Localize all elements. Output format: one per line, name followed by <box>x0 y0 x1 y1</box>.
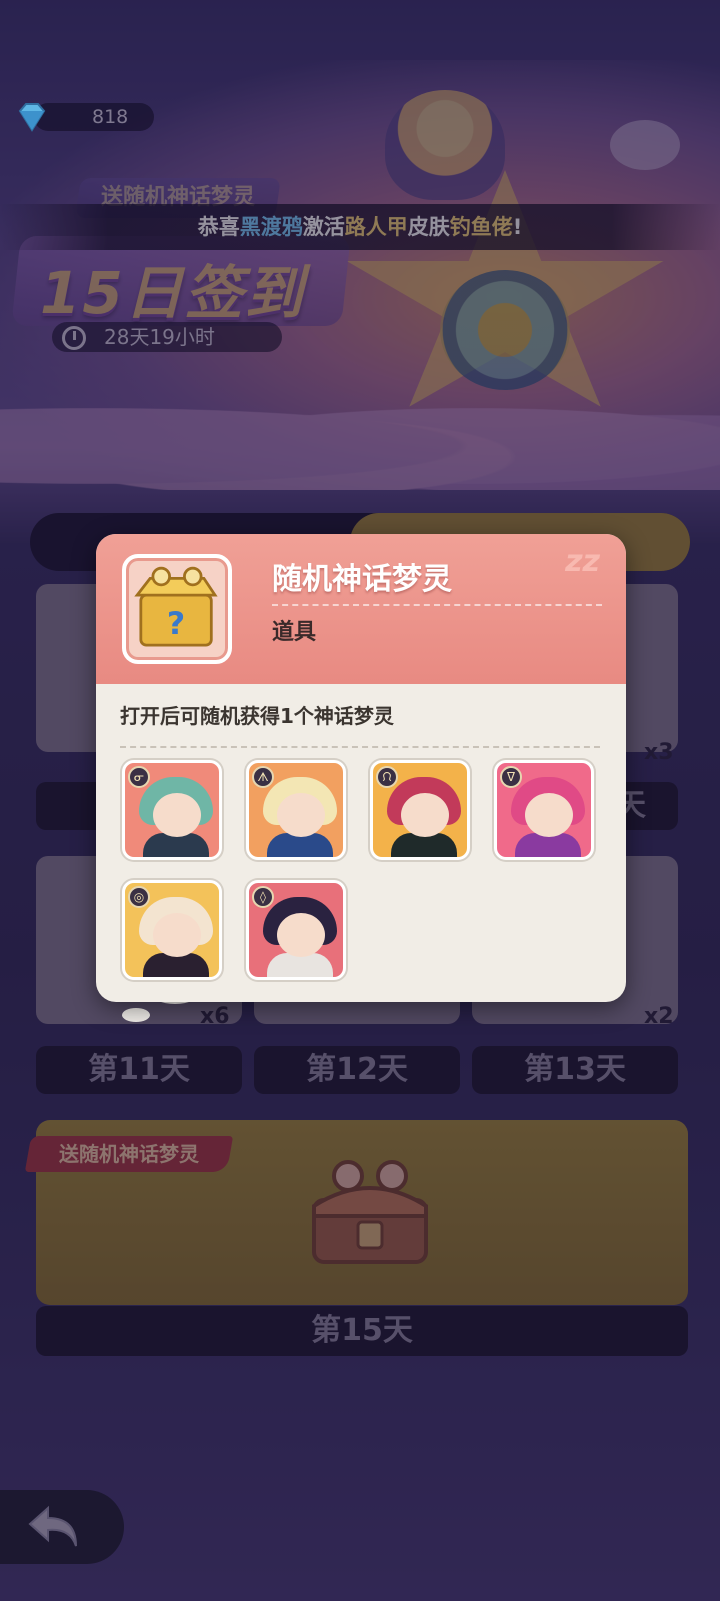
character-face <box>401 793 449 837</box>
character-face <box>153 913 201 957</box>
svg-text:?: ? <box>167 606 185 642</box>
character-face <box>277 913 325 957</box>
divider <box>120 746 600 748</box>
item-description: 打开后可随机获得1个神话梦灵 <box>120 704 394 728</box>
character-portrait[interactable]: ᙁ <box>370 760 470 860</box>
character-body <box>267 833 333 857</box>
divider <box>272 604 602 606</box>
character-body <box>515 833 581 857</box>
character-body <box>391 833 457 857</box>
back-arrow-icon <box>28 1505 77 1547</box>
character-portrait[interactable]: ᐁ <box>494 760 594 860</box>
character-face <box>277 793 325 837</box>
character-body <box>267 953 333 977</box>
gem-icon <box>18 103 46 132</box>
element-badge-icon: ᐁ <box>500 766 522 788</box>
character-face <box>153 793 201 837</box>
item-detail-popup: zz ? 随机神话梦灵 道具 打开后可随机获得1个神话梦灵 ᓂ ᗑ ᙁ ᐁ ◎ ◊ <box>96 534 626 1002</box>
character-portrait[interactable]: ᗑ <box>246 760 346 860</box>
character-portrait[interactable]: ᓂ <box>122 760 222 860</box>
item-icon-frame: ? <box>122 554 232 664</box>
element-badge-icon: ᗑ <box>252 766 274 788</box>
character-portrait[interactable]: ◎ <box>122 880 222 980</box>
element-badge-icon: ◎ <box>128 886 150 908</box>
zz-decoration: zz <box>565 544 600 579</box>
item-type: 道具 <box>272 620 317 645</box>
character-portrait[interactable]: ◊ <box>246 880 346 980</box>
element-badge-icon: ᓂ <box>128 766 150 788</box>
element-badge-icon: ◊ <box>252 886 274 908</box>
character-face <box>525 793 573 837</box>
mystery-box-icon: ? <box>134 566 218 647</box>
element-badge-icon: ᙁ <box>376 766 398 788</box>
bubble-tail <box>122 1008 150 1022</box>
character-body <box>143 833 209 857</box>
character-body <box>143 953 209 977</box>
item-name: 随机神话梦灵 <box>272 562 452 597</box>
